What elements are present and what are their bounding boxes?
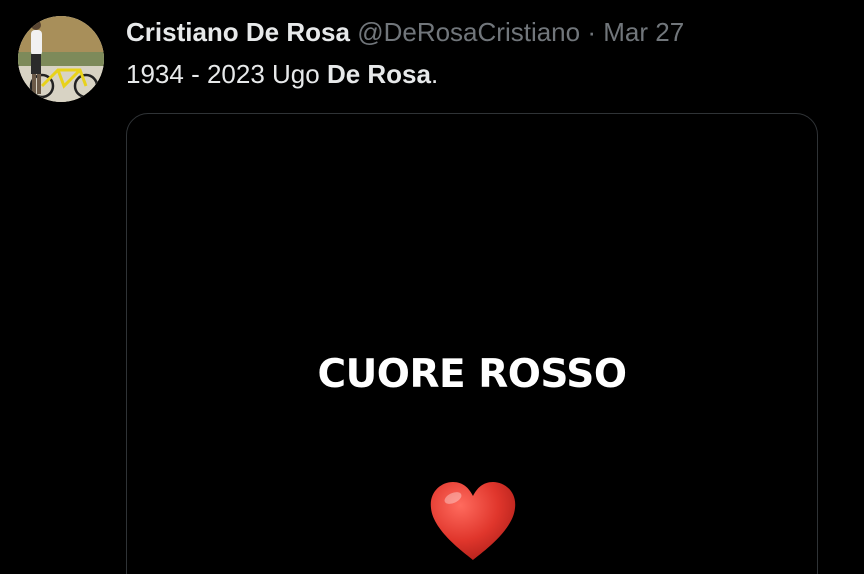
red-heart-icon [430,482,516,560]
tweet-header: Cristiano De Rosa @DeRosaCristiano · Mar… [126,14,824,50]
tweet-body: Cristiano De Rosa @DeRosaCristiano · Mar… [126,14,824,92]
tweet[interactable]: Cristiano De Rosa @DeRosaCristiano · Mar… [0,0,864,574]
tweet-text-end: . [430,59,439,89]
author-name[interactable]: Cristiano De Rosa [126,17,350,47]
media-title: CUORE ROSSO [317,352,627,397]
timestamp[interactable]: Mar 27 [603,17,684,47]
media-card[interactable]: CUORE ROSSO [126,113,818,574]
tweet-text-bold: De Rosa [326,59,431,89]
avatar-photo [18,16,104,102]
author-handle[interactable]: @DeRosaCristiano [357,17,580,47]
separator-dot: · [587,17,597,47]
avatar[interactable] [18,16,104,102]
tweet-text: 1934 - 2023 Ugo De Rosa. [126,56,824,92]
tweet-text-plain: 1934 - 2023 Ugo [126,59,327,89]
